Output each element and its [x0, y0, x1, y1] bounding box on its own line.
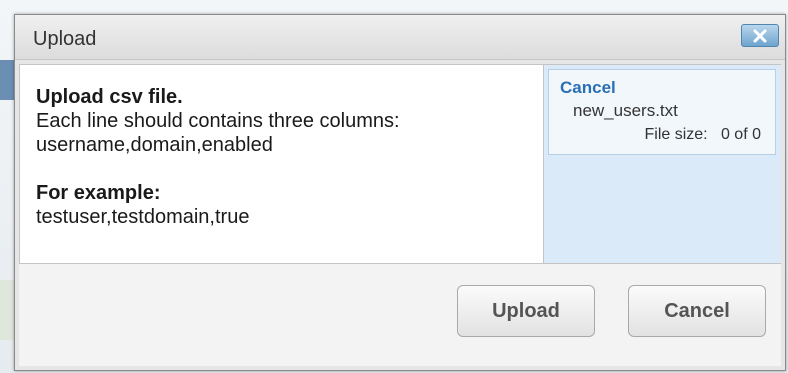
dialog-title: Upload — [33, 28, 97, 50]
instructions-line: Each line should contains three columns: — [36, 110, 400, 132]
upload-queue-panel: Cancel new_users.txt File size: 0 of 0 — [543, 65, 781, 263]
example-heading: For example: — [36, 182, 161, 204]
background-strip — [0, 60, 14, 100]
background-strip — [0, 280, 14, 340]
dialog-footer: Upload Cancel — [19, 264, 781, 366]
file-size: File size: 0 of 0 — [644, 126, 762, 143]
file-cancel-link[interactable]: Cancel — [560, 78, 616, 98]
cancel-button[interactable]: Cancel — [628, 285, 766, 337]
instructions-columns: username,domain,enabled — [36, 134, 273, 156]
upload-dialog: Upload Upload csv file. Each line should… — [14, 14, 786, 371]
dialog-body: Upload csv file. Each line should contai… — [19, 64, 781, 264]
dialog-titlebar: Upload — [15, 15, 785, 60]
upload-button[interactable]: Upload — [457, 285, 595, 337]
close-icon — [753, 29, 767, 42]
upload-instructions: Upload csv file. Each line should contai… — [36, 85, 536, 229]
upload-queue-item: Cancel new_users.txt File size: 0 of 0 — [548, 69, 776, 155]
file-name: new_users.txt — [573, 101, 678, 120]
close-button[interactable] — [741, 24, 779, 47]
instructions-heading: Upload csv file. — [36, 86, 183, 108]
example-value: testuser,testdomain,true — [36, 206, 250, 228]
